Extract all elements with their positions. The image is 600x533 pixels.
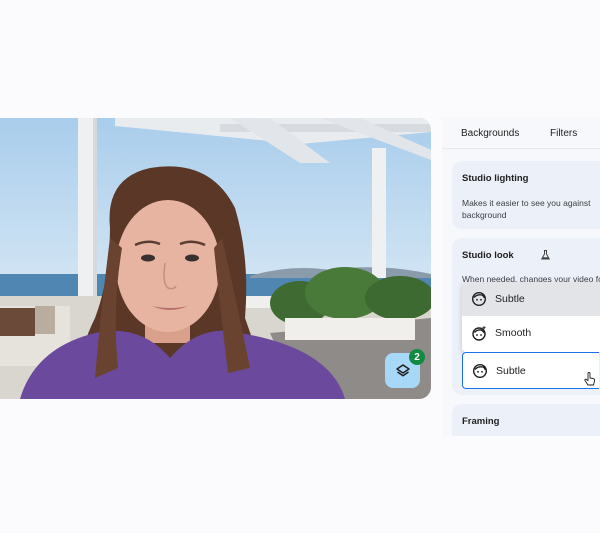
selected-value: Subtle [496, 364, 526, 377]
option-label: Subtle [495, 293, 525, 305]
option-smooth[interactable]: Smooth [462, 316, 600, 350]
face-icon [471, 291, 487, 307]
tab-backgrounds[interactable]: Backgrounds [461, 128, 519, 139]
video-feed-image [0, 118, 431, 399]
studio-lighting-title: Studio lighting [462, 173, 529, 184]
studio-look-title: Studio look [462, 250, 514, 261]
hand-pointer-icon [584, 372, 596, 386]
effects-count-badge: 2 [409, 349, 425, 365]
layers-icon [395, 363, 410, 377]
studio-lighting-card[interactable]: Studio lighting Makes it easier to see y… [452, 161, 600, 229]
face-sparkle-icon [472, 325, 487, 341]
experimental-flask-icon [540, 250, 551, 262]
studio-lighting-description: Makes it easier to see you against backg… [462, 198, 591, 220]
studio-look-options-menu: Subtle Smooth [462, 282, 600, 352]
option-label: Smooth [495, 327, 532, 339]
framing-card[interactable]: Framing [452, 404, 600, 436]
option-subtle[interactable]: Subtle [462, 282, 600, 316]
face-icon [472, 363, 488, 378]
panel-tabs: Backgrounds Filters [442, 118, 600, 152]
video-tile [0, 118, 431, 399]
framing-title: Framing [462, 416, 500, 427]
tabs-divider [442, 148, 600, 149]
tab-filters[interactable]: Filters [550, 128, 577, 139]
studio-look-select[interactable]: Subtle [462, 352, 599, 389]
